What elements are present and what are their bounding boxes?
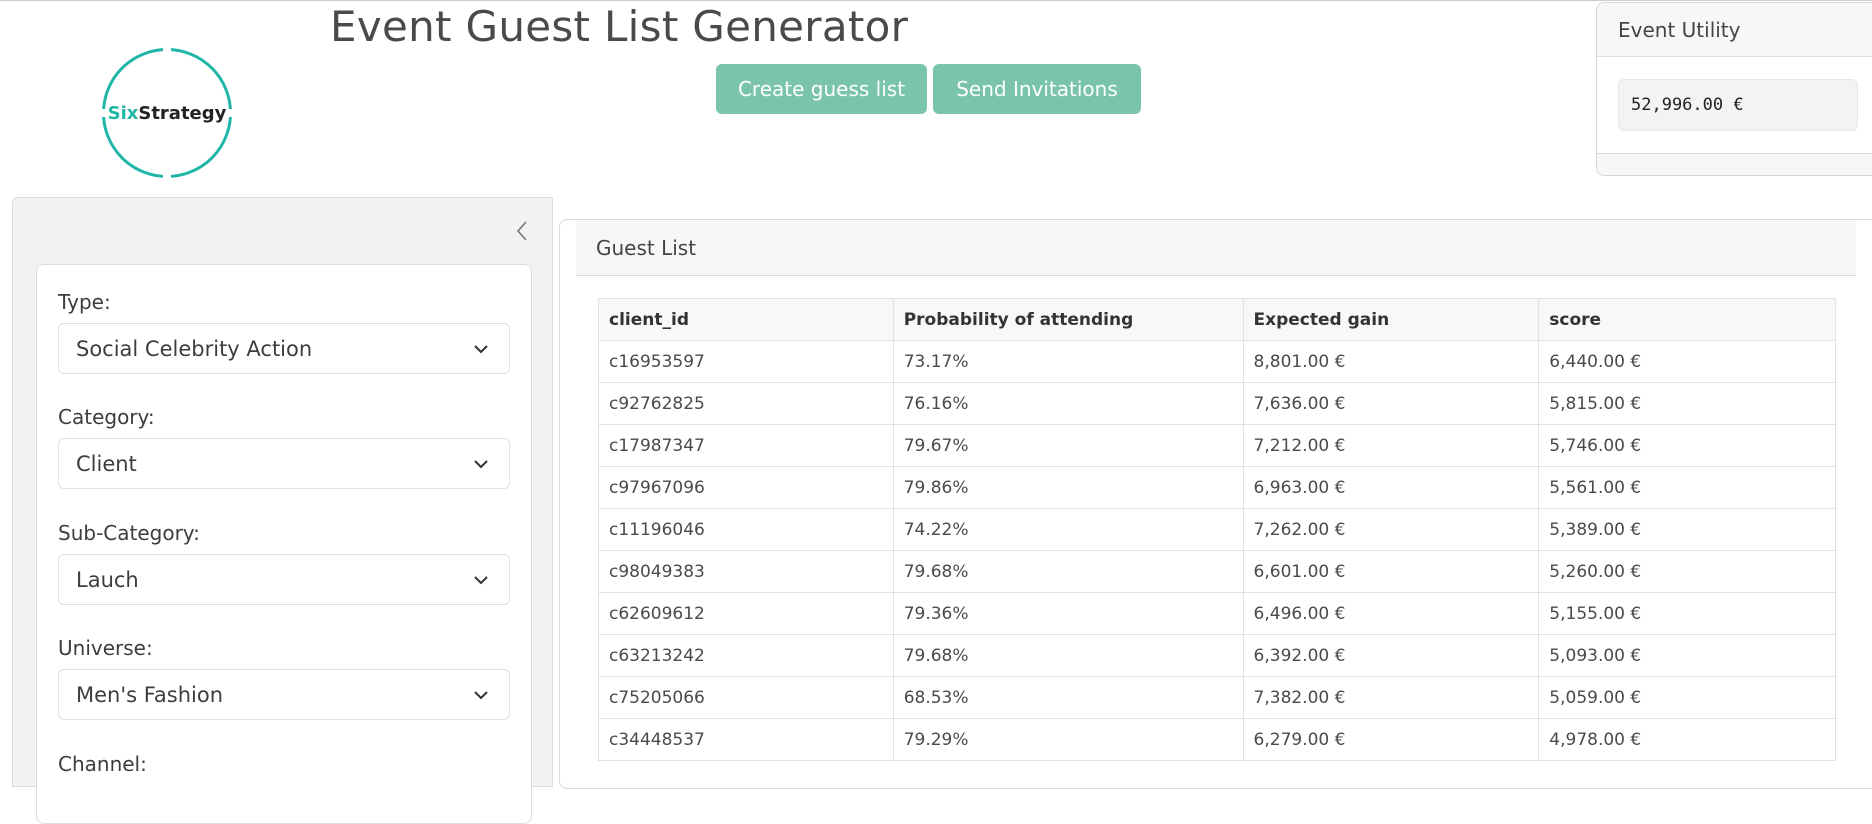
chevron-down-icon	[471, 570, 491, 590]
cell-expected-gain: 6,496.00 €	[1242, 592, 1540, 635]
send-invitations-button[interactable]: Send Invitations	[933, 64, 1141, 114]
create-guest-list-button[interactable]: Create guess list	[716, 64, 927, 114]
cell-score: 5,155.00 €	[1538, 592, 1836, 635]
cell-client-id: c34448537	[598, 718, 894, 761]
cell-client-id: c97967096	[598, 466, 894, 509]
cell-client-id: c63213242	[598, 634, 894, 677]
cell-probability: 68.53%	[892, 676, 1244, 719]
filter-category-label: Category:	[58, 405, 155, 429]
guest-list-card: Guest List client_id Probability of atte…	[559, 219, 1872, 789]
filter-sub-category: Sub-Category: Lauch	[58, 518, 510, 605]
sub-category-select-value: Lauch	[76, 567, 139, 592]
cell-client-id: c17987347	[598, 424, 894, 467]
cell-score: 5,815.00 €	[1538, 382, 1836, 425]
column-header-expected-gain[interactable]: Expected gain	[1242, 298, 1540, 341]
column-header-client-id[interactable]: client_id	[598, 298, 894, 341]
table-row[interactable]: c97967096 79.86% 6,963.00 € 5,561.00 €	[598, 466, 1836, 509]
chevron-down-icon	[471, 454, 491, 474]
cell-expected-gain: 6,279.00 €	[1242, 718, 1540, 761]
cell-probability: 79.68%	[892, 550, 1244, 593]
table-row[interactable]: c11196046 74.22% 7,262.00 € 5,389.00 €	[598, 508, 1836, 551]
cell-score: 5,059.00 €	[1538, 676, 1836, 719]
cell-expected-gain: 7,636.00 €	[1242, 382, 1540, 425]
cell-client-id: c16953597	[598, 340, 894, 383]
chevron-down-icon	[471, 339, 491, 359]
filter-category: Category: Client	[58, 402, 510, 489]
table-row[interactable]: c16953597 73.17% 8,801.00 € 6,440.00 €	[598, 340, 1836, 383]
cell-client-id: c62609612	[598, 592, 894, 635]
table-row[interactable]: c62609612 79.36% 6,496.00 € 5,155.00 €	[598, 592, 1836, 635]
cell-expected-gain: 6,392.00 €	[1242, 634, 1540, 677]
cell-probability: 76.16%	[892, 382, 1244, 425]
cell-score: 5,389.00 €	[1538, 508, 1836, 551]
table-row[interactable]: c34448537 79.29% 6,279.00 € 4,978.00 €	[598, 718, 1836, 761]
filter-type-label: Type:	[58, 290, 111, 314]
cell-probability: 79.67%	[892, 424, 1244, 467]
column-header-probability[interactable]: Probability of attending	[892, 298, 1244, 341]
cell-score: 6,440.00 €	[1538, 340, 1836, 383]
universe-select[interactable]: Men's Fashion	[58, 669, 510, 720]
category-select-value: Client	[76, 451, 137, 476]
cell-score: 4,978.00 €	[1538, 718, 1836, 761]
logo-prefix: Six	[107, 102, 139, 124]
collapse-sidebar-button[interactable]	[507, 216, 537, 246]
top-border	[0, 0, 1872, 1]
cell-score: 5,093.00 €	[1538, 634, 1836, 677]
table-row[interactable]: c98049383 79.68% 6,601.00 € 5,260.00 €	[598, 550, 1836, 593]
table-row[interactable]: c63213242 79.68% 6,392.00 € 5,093.00 €	[598, 634, 1836, 677]
cell-expected-gain: 7,212.00 €	[1242, 424, 1540, 467]
cell-expected-gain: 7,382.00 €	[1242, 676, 1540, 719]
universe-select-value: Men's Fashion	[76, 682, 223, 707]
chevron-down-icon	[471, 685, 491, 705]
event-utility-title: Event Utility	[1597, 3, 1872, 57]
cell-probability: 73.17%	[892, 340, 1244, 383]
cell-expected-gain: 8,801.00 €	[1242, 340, 1540, 383]
cell-probability: 79.86%	[892, 466, 1244, 509]
type-select[interactable]: Social Celebrity Action	[58, 323, 510, 374]
cell-client-id: c92762825	[598, 382, 894, 425]
cell-expected-gain: 7,262.00 €	[1242, 508, 1540, 551]
chevron-left-icon	[516, 221, 527, 241]
page-title: Event Guest List Generator	[330, 2, 909, 51]
cell-score: 5,260.00 €	[1538, 550, 1836, 593]
cell-expected-gain: 6,601.00 €	[1242, 550, 1540, 593]
event-utility-value: 52,996.00 €	[1618, 79, 1858, 131]
sidebar: Type: Social Celebrity Action Category: …	[12, 197, 553, 824]
guest-list-table: client_id Probability of attending Expec…	[598, 298, 1836, 761]
guest-list-title: Guest List	[576, 220, 1856, 276]
filter-universe: Universe: Men's Fashion	[58, 633, 510, 720]
cell-probability: 74.22%	[892, 508, 1244, 551]
sixstrategy-logo: Six Strategy	[100, 46, 234, 180]
event-utility-footer	[1597, 153, 1872, 175]
filter-panel: Type: Social Celebrity Action Category: …	[36, 264, 532, 824]
table-row[interactable]: c92762825 76.16% 7,636.00 € 5,815.00 €	[598, 382, 1836, 425]
cell-score: 5,561.00 €	[1538, 466, 1836, 509]
cell-probability: 79.29%	[892, 718, 1244, 761]
cell-expected-gain: 6,963.00 €	[1242, 466, 1540, 509]
event-utility-card: Event Utility 52,996.00 €	[1596, 2, 1872, 176]
type-select-value: Social Celebrity Action	[76, 336, 313, 361]
cell-client-id: c11196046	[598, 508, 894, 551]
filter-universe-label: Universe:	[58, 636, 153, 660]
cell-client-id: c75205066	[598, 676, 894, 719]
table-header-row: client_id Probability of attending Expec…	[598, 298, 1836, 341]
table-row[interactable]: c17987347 79.67% 7,212.00 € 5,746.00 €	[598, 424, 1836, 467]
cell-client-id: c98049383	[598, 550, 894, 593]
cell-probability: 79.68%	[892, 634, 1244, 677]
cell-score: 5,746.00 €	[1538, 424, 1836, 467]
category-select[interactable]: Client	[58, 438, 510, 489]
table-row[interactable]: c75205066 68.53% 7,382.00 € 5,059.00 €	[598, 676, 1836, 719]
sub-category-select[interactable]: Lauch	[58, 554, 510, 605]
column-header-score[interactable]: score	[1538, 298, 1836, 341]
logo-suffix: Strategy	[138, 102, 227, 124]
filter-sub-category-label: Sub-Category:	[58, 521, 200, 545]
filter-type: Type: Social Celebrity Action	[58, 287, 510, 374]
filter-channel: Channel:	[58, 749, 510, 785]
cell-probability: 79.36%	[892, 592, 1244, 635]
